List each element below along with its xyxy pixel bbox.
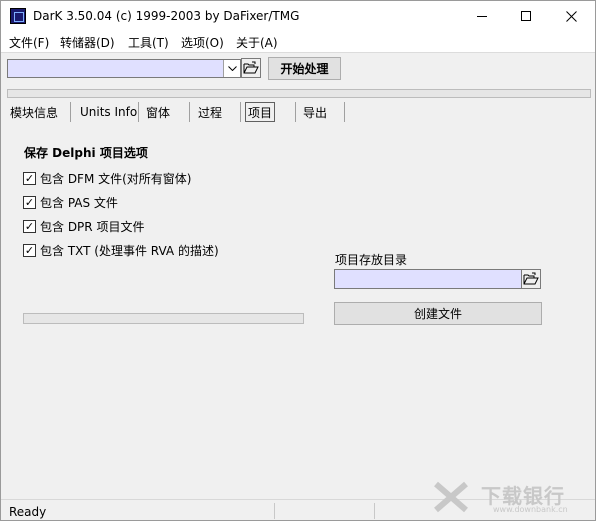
- menu-tools[interactable]: 工具(T): [128, 34, 169, 51]
- tab-separator: [240, 102, 241, 122]
- tab-procedures[interactable]: 过程: [196, 102, 224, 122]
- tab-units-info[interactable]: Units Info: [78, 102, 139, 122]
- menu-options[interactable]: 选项(O): [181, 34, 224, 51]
- include-txt-checkbox[interactable]: ✓ 包含 TXT (处理事件 RVA 的描述): [23, 242, 219, 258]
- project-dir-label: 项目存放目录: [335, 253, 408, 267]
- window-title: DarK 3.50.04 (c) 1999-2003 by DaFixer/TM…: [33, 9, 300, 23]
- menu-about[interactable]: 关于(A): [236, 34, 278, 51]
- tab-forms[interactable]: 窗体: [144, 102, 172, 122]
- tab-module-info[interactable]: 模块信息: [8, 102, 60, 122]
- include-dfm-label: 包含 DFM 文件(对所有窗体): [40, 171, 192, 186]
- maximize-icon: [521, 11, 531, 21]
- tab-project[interactable]: 项目: [245, 102, 276, 122]
- tab-exports[interactable]: 导出: [301, 102, 329, 122]
- watermark-url: www.downbank.cn: [493, 505, 568, 514]
- include-dfm-checkbox[interactable]: ✓ 包含 DFM 文件(对所有窗体): [23, 170, 192, 186]
- checkmark-icon[interactable]: ✓: [23, 171, 36, 185]
- chevron-down-icon[interactable]: [223, 60, 240, 77]
- maximize-button[interactable]: [504, 1, 548, 31]
- menu-bar: 文件(F) 转储器(D) 工具(T) 选项(O) 关于(A): [1, 31, 595, 52]
- menu-file[interactable]: 文件(F): [9, 34, 49, 51]
- close-icon: [565, 10, 577, 22]
- project-dir-input[interactable]: [334, 269, 522, 289]
- checkmark-icon[interactable]: ✓: [23, 195, 36, 209]
- create-files-button[interactable]: 创建文件: [334, 302, 542, 325]
- file-combo[interactable]: [7, 59, 241, 78]
- include-txt-label: 包含 TXT (处理事件 RVA 的描述): [40, 243, 219, 258]
- tab-separator: [70, 102, 71, 122]
- tab-separator: [138, 102, 139, 122]
- main-progress-bar: [7, 89, 591, 98]
- project-progress-bar: [23, 313, 304, 324]
- checkmark-icon[interactable]: ✓: [23, 219, 36, 233]
- tab-bar: 模块信息 Units Info 窗体 过程 项目 导出: [3, 100, 593, 124]
- tab-separator: [189, 102, 190, 122]
- section-title: 保存 Delphi 项目选项: [24, 146, 148, 160]
- title-bar[interactable]: DarK 3.50.04 (c) 1999-2003 by DaFixer/TM…: [1, 1, 595, 31]
- close-button[interactable]: [549, 1, 593, 31]
- tab-separator: [344, 102, 345, 122]
- app-window: DarK 3.50.04 (c) 1999-2003 by DaFixer/TM…: [0, 0, 596, 521]
- app-icon: [10, 8, 26, 24]
- checkmark-icon[interactable]: ✓: [23, 243, 36, 257]
- browse-dir-button[interactable]: [521, 269, 541, 289]
- status-separator: [274, 503, 275, 519]
- tab-separator: [295, 102, 296, 122]
- include-pas-label: 包含 PAS 文件: [40, 195, 118, 210]
- minimize-button[interactable]: [460, 1, 504, 31]
- menu-dumper[interactable]: 转储器(D): [60, 34, 115, 51]
- include-pas-checkbox[interactable]: ✓ 包含 PAS 文件: [23, 194, 118, 210]
- menu-divider: [1, 52, 595, 53]
- watermark: 下载银行 www.downbank.cn: [433, 478, 583, 516]
- open-file-button[interactable]: [241, 58, 261, 78]
- status-separator: [374, 503, 375, 519]
- include-dpr-label: 包含 DPR 项目文件: [40, 219, 145, 234]
- status-text: Ready: [9, 505, 47, 519]
- start-processing-button[interactable]: 开始处理: [268, 57, 341, 80]
- minimize-icon: [477, 15, 487, 17]
- folder-open-icon: [523, 272, 539, 285]
- folder-open-icon: [243, 61, 259, 74]
- watermark-logo-icon: [434, 481, 468, 513]
- include-dpr-checkbox[interactable]: ✓ 包含 DPR 项目文件: [23, 218, 144, 234]
